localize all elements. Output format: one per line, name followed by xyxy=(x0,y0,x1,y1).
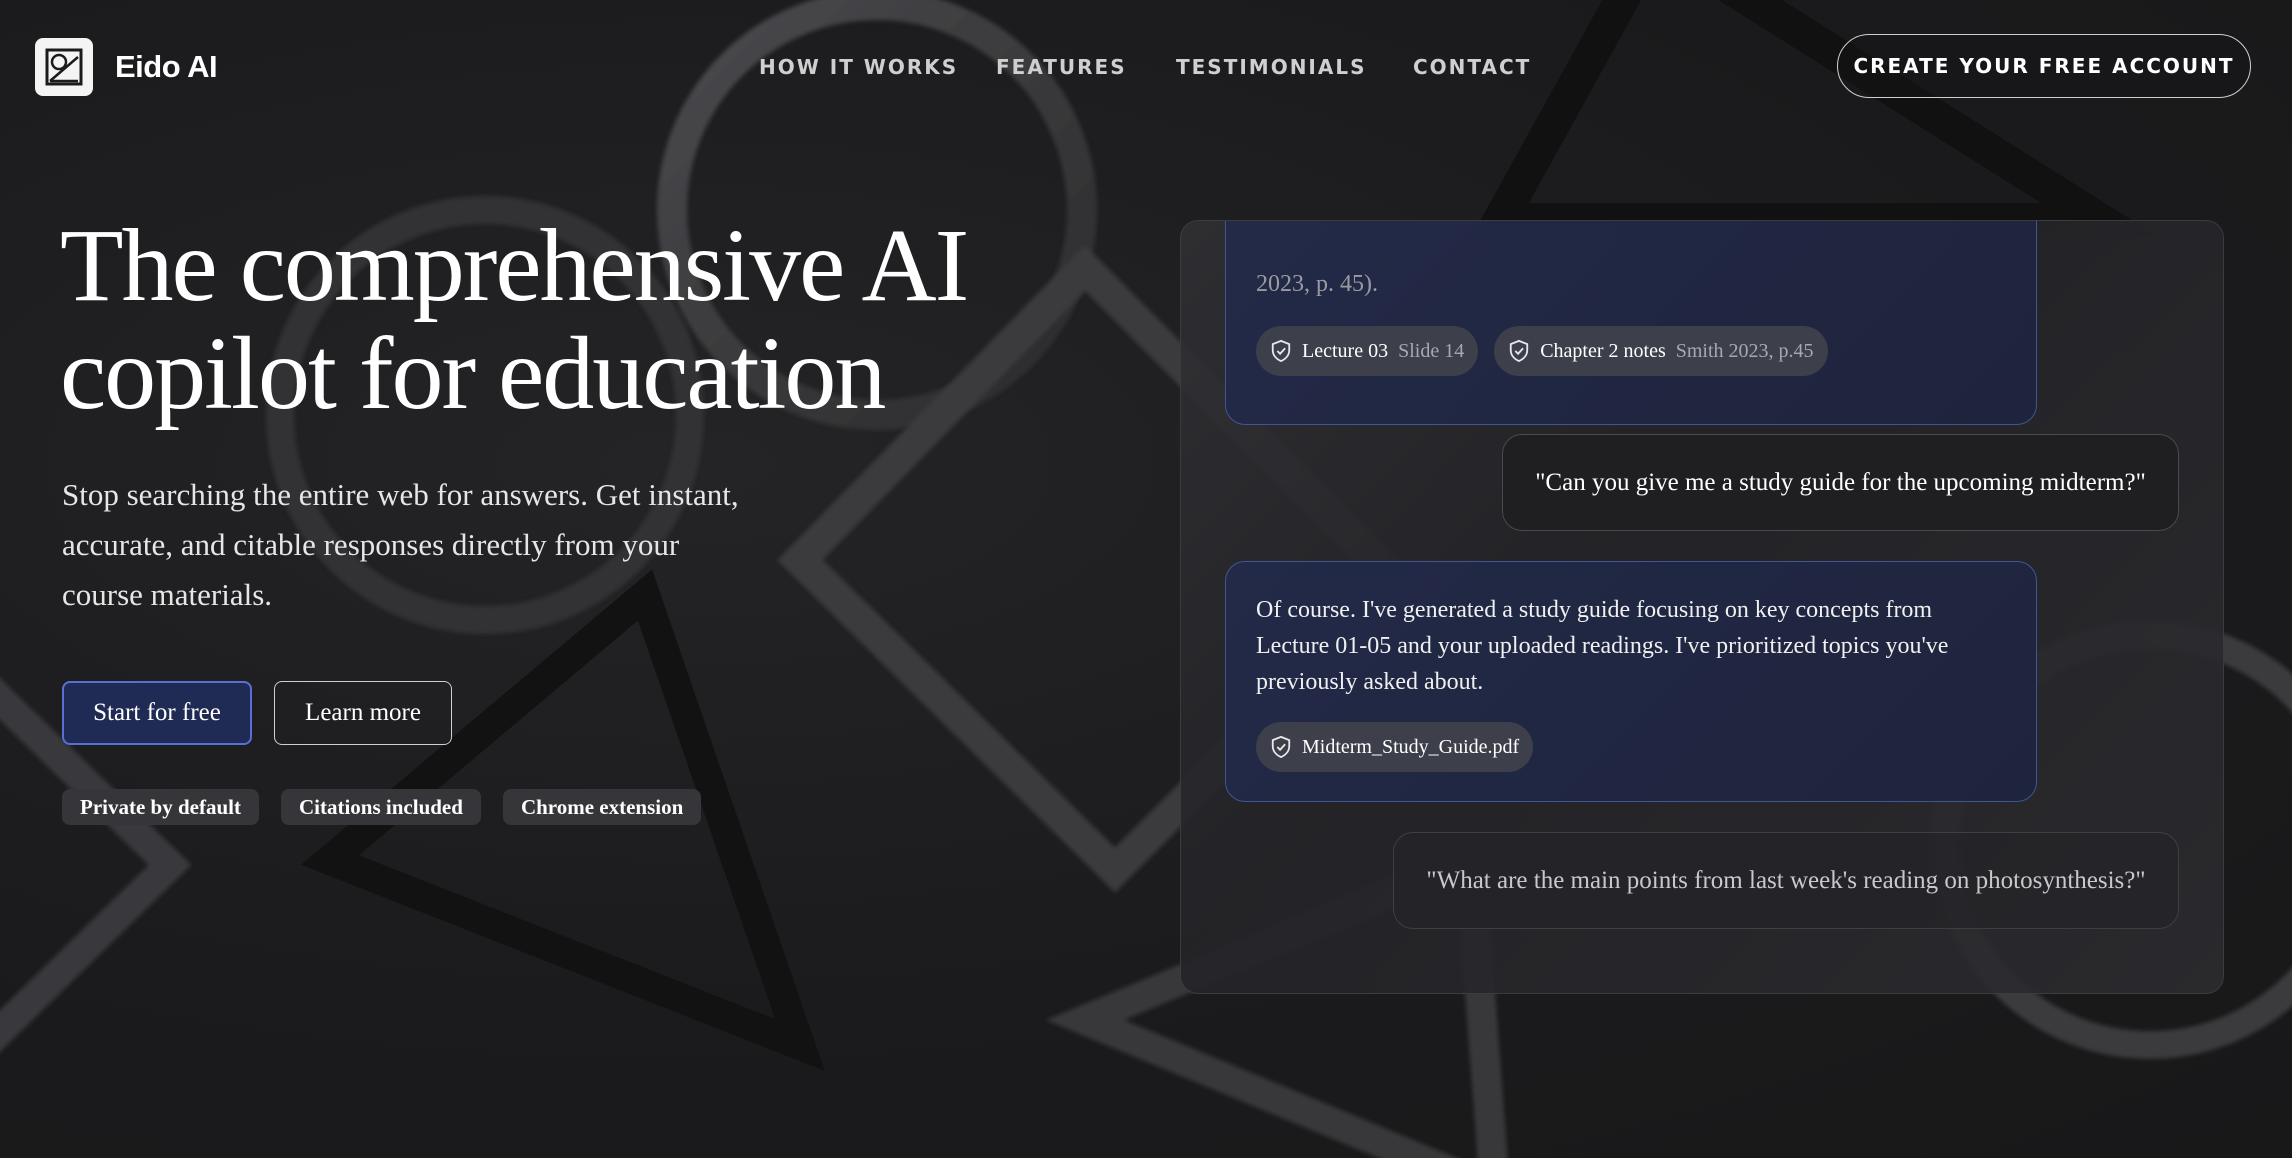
ai-message-2-line-2: Lecture 01-05 and your uploaded readings… xyxy=(1256,633,1949,659)
user-message-2: "What are the main points from last week… xyxy=(1393,832,2179,929)
ai-message-2: Of course. I've generated a study guide … xyxy=(1225,561,2037,802)
hero-subtitle-line-1: Stop searching the entire web for answer… xyxy=(62,477,739,512)
nav-contact[interactable]: CONTACT xyxy=(1413,55,1531,79)
hero-subtitle: Stop searching the entire web for answer… xyxy=(62,470,822,620)
attachment-label: Midterm_Study_Guide.pdf xyxy=(1302,735,1520,758)
citation-chapter-2[interactable]: Chapter 2 notes Smith 2023, p.45 xyxy=(1494,326,1828,376)
nav-testimonials[interactable]: TESTIMONIALS xyxy=(1176,55,1367,79)
nav-features[interactable]: FEATURES xyxy=(996,55,1127,79)
landing-page: Eido AI HOW IT WORKS FEATURES TESTIMONIA… xyxy=(0,0,2292,1158)
nav-how-it-works[interactable]: HOW IT WORKS xyxy=(759,55,958,79)
shield-check-icon xyxy=(1271,735,1291,759)
brand-logo[interactable]: Eido AI xyxy=(35,38,218,96)
tag-chrome-extension: Chrome extension xyxy=(502,789,702,825)
shield-check-icon xyxy=(1271,339,1291,363)
brand-name: Eido AI xyxy=(115,49,218,84)
citation-label: Chapter 2 notes xyxy=(1540,339,1666,362)
tag-citations: Citations included xyxy=(280,789,481,825)
citation-lecture-03[interactable]: Lecture 03 Slide 14 xyxy=(1256,326,1479,376)
hero-subtitle-line-2: accurate, and citable responses directly… xyxy=(62,527,680,562)
shield-check-icon xyxy=(1510,339,1529,363)
hero-title-line-2: copilot for education xyxy=(60,316,886,431)
hero-title-line-1: The comprehensive AI xyxy=(60,208,969,323)
framed-diagonal-logo-icon xyxy=(35,38,93,96)
citation-detail: Slide 14 xyxy=(1398,339,1465,362)
create-account-button[interactable]: CREATE YOUR FREE ACCOUNT xyxy=(1837,34,2251,98)
ai-message-1-citations: Lecture 03 Slide 14 Chapter 2 notes Smit… xyxy=(1256,326,1828,376)
citation-label: Lecture 03 xyxy=(1302,339,1389,362)
attachment-study-guide[interactable]: Midterm_Study_Guide.pdf xyxy=(1256,722,1534,772)
ai-message-1-text: 2023, p. 45). xyxy=(1256,271,1378,297)
ai-message-2-line-1: Of course. I've generated a study guide … xyxy=(1256,597,1933,623)
chat-preview-panel: 2023, p. 45). Lecture 03 Slide 14 Chapte xyxy=(1180,220,2224,994)
tag-private: Private by default xyxy=(62,789,259,825)
feature-tags: Private by default Citations included Ch… xyxy=(62,789,702,825)
start-for-free-button[interactable]: Start for free xyxy=(62,681,252,745)
user-message-1: "Can you give me a study guide for the u… xyxy=(1502,434,2179,531)
ai-message-2-line-3: previously asked about. xyxy=(1256,669,1484,695)
bg-triangle-top-right xyxy=(1471,0,2159,237)
hero-title: The comprehensive AI copilot for educati… xyxy=(60,212,1040,428)
ai-message-2-text: Of course. I've generated a study guide … xyxy=(1256,592,1948,700)
learn-more-button[interactable]: Learn more xyxy=(274,681,452,745)
citation-detail: Smith 2023, p.45 xyxy=(1675,339,1814,362)
ai-message-1: 2023, p. 45). Lecture 03 Slide 14 Chapte xyxy=(1225,221,2037,425)
hero-subtitle-line-3: course materials. xyxy=(62,577,273,612)
